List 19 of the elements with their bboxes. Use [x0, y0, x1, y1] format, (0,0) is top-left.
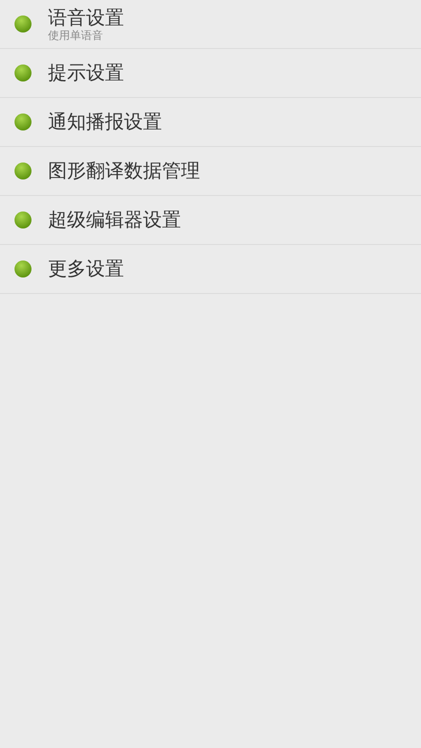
item-title: 更多设置: [48, 258, 124, 280]
item-title: 超级编辑器设置: [48, 209, 181, 231]
settings-item[interactable]: 超级编辑器设置: [0, 196, 421, 245]
settings-item[interactable]: 更多设置: [0, 245, 421, 294]
settings-item[interactable]: 通知播报设置: [0, 98, 421, 147]
settings-item[interactable]: 图形翻译数据管理: [0, 147, 421, 196]
item-title: 语音设置: [48, 6, 124, 28]
bullet-icon: [14, 162, 32, 180]
bullet-icon: [14, 64, 32, 82]
item-title: 提示设置: [48, 62, 124, 84]
settings-item[interactable]: 提示设置: [0, 49, 421, 98]
item-title: 图形翻译数据管理: [48, 160, 200, 182]
item-title: 通知播报设置: [48, 111, 162, 133]
settings-item[interactable]: 语音设置 使用单语音: [0, 0, 421, 49]
bullet-icon: [14, 211, 32, 229]
bullet-icon: [14, 113, 32, 131]
bullet-icon: [14, 15, 32, 33]
bullet-icon: [14, 260, 32, 278]
item-subtitle: 使用单语音: [48, 28, 104, 42]
